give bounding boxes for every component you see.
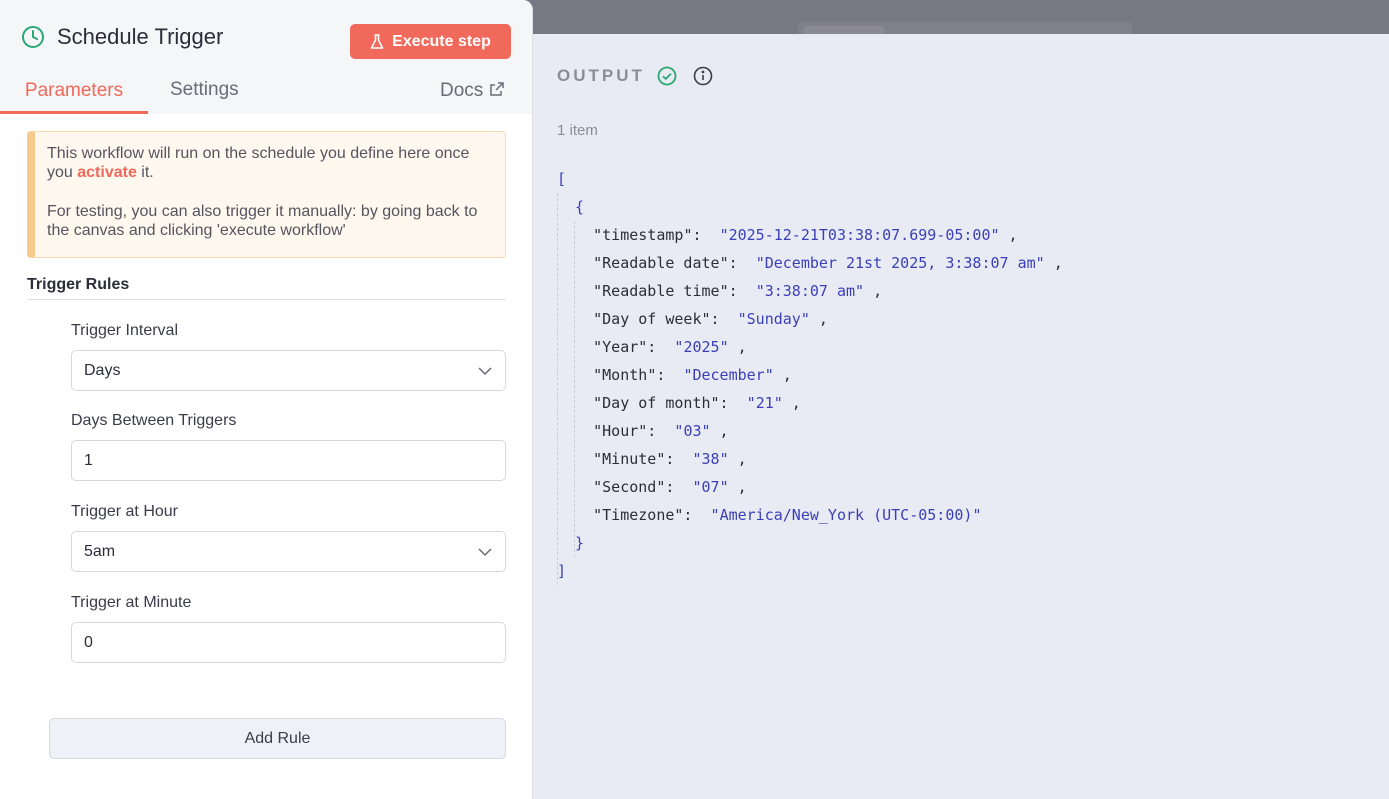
json-row: "Hour": "03" , — [593, 422, 729, 440]
trigger-minute-label: Trigger at Minute — [71, 594, 192, 611]
json-row: "timestamp": "2025-12-21T03:38:07.699-05… — [593, 226, 1018, 244]
json-value: 3:38:07 am — [764, 282, 856, 300]
chevron-down-icon — [478, 548, 492, 557]
canvas-node-ghost-tab — [804, 26, 884, 34]
json-row: "Month": "December" , — [593, 366, 792, 384]
output-header: OUTPUT — [557, 66, 713, 86]
json-key: Day of week — [602, 310, 702, 328]
trigger-interval-value: Days — [84, 361, 121, 379]
json-value: 38 — [701, 450, 720, 468]
node-title: Schedule Trigger — [57, 24, 224, 49]
json-array-close: ] — [557, 562, 567, 580]
json-value: America/New_York (UTC-05:00) — [719, 506, 973, 524]
clock-icon — [22, 26, 44, 48]
json-key: Year — [602, 338, 639, 356]
json-comma: , — [773, 366, 792, 384]
node-parameters-panel: Schedule Trigger Execute step Parameters… — [0, 0, 533, 799]
json-key: Readable time — [602, 282, 720, 300]
trigger-minute-value: 0 — [84, 633, 93, 651]
json-comma: , — [728, 338, 747, 356]
json-value: December 21st 2025, 3:38:07 am — [764, 254, 1036, 272]
json-key: Hour — [602, 422, 639, 440]
trigger-minute-input[interactable]: 0 — [71, 622, 506, 663]
trigger-hour-select[interactable]: 5am — [71, 531, 506, 572]
json-key: Second — [602, 478, 657, 496]
json-value: Sunday — [746, 310, 801, 328]
trigger-hour-value: 5am — [84, 542, 116, 560]
json-row: "Second": "07" , — [593, 478, 747, 496]
json-comma: , — [999, 226, 1018, 244]
activation-notice: This workflow will run on the schedule y… — [27, 131, 506, 258]
external-link-icon — [490, 82, 505, 96]
json-array-open: [ — [557, 170, 567, 188]
json-key: Day of month — [602, 394, 711, 412]
days-between-value: 1 — [84, 451, 93, 469]
check-circle-icon — [657, 66, 677, 86]
json-comma: , — [728, 478, 747, 496]
trigger-interval-select[interactable]: Days — [71, 350, 506, 391]
json-value: 21 — [755, 394, 774, 412]
json-comma: , — [782, 394, 801, 412]
days-between-input[interactable]: 1 — [71, 440, 506, 481]
notice-text-end: it. — [136, 164, 154, 181]
json-key: timestamp — [602, 226, 684, 244]
title-row: Schedule Trigger — [21, 24, 223, 50]
json-value: 07 — [701, 478, 720, 496]
json-output: [ { "timestamp": "2025-12-21T03:38:07.69… — [557, 165, 1357, 585]
notice-line-1: This workflow will run on the schedule y… — [47, 144, 493, 182]
add-rule-button[interactable]: Add Rule — [49, 718, 506, 759]
json-value: 2025-12-21T03:38:07.699-05:00 — [728, 226, 991, 244]
execute-step-label: Execute step — [392, 32, 491, 50]
flask-icon — [370, 33, 384, 49]
json-row: "Timezone": "America/New_York (UTC-05:00… — [593, 506, 982, 524]
info-icon[interactable] — [693, 66, 713, 86]
json-comma: , — [1044, 254, 1063, 272]
output-title: OUTPUT — [557, 66, 645, 85]
json-key: Timezone — [602, 506, 675, 524]
trigger-rules-heading: Trigger Rules — [27, 276, 506, 300]
json-row: "Readable time": "3:38:07 am" , — [593, 282, 883, 300]
execute-step-button[interactable]: Execute step — [350, 24, 511, 59]
json-key: Minute — [602, 450, 657, 468]
json-comma: , — [728, 450, 747, 468]
json-value: 03 — [683, 422, 702, 440]
activate-link[interactable]: activate — [77, 164, 137, 181]
tab-docs[interactable]: Docs — [440, 76, 505, 114]
notice-line-2: For testing, you can also trigger it man… — [47, 203, 478, 239]
json-row: "Minute": "38" , — [593, 450, 747, 468]
json-comma: , — [809, 310, 828, 328]
json-row: "Day of week": "Sunday" , — [593, 310, 828, 328]
tab-parameters[interactable]: Parameters — [0, 76, 148, 114]
tab-settings[interactable]: Settings — [170, 76, 239, 114]
json-object-open: { — [557, 198, 585, 216]
json-comma: , — [864, 282, 883, 300]
days-between-label: Days Between Triggers — [71, 412, 237, 429]
json-comma: , — [710, 422, 729, 440]
json-value: December — [692, 366, 765, 384]
panel-tabs: Parameters Settings Docs — [0, 76, 532, 114]
trigger-hour-label: Trigger at Hour — [71, 503, 178, 520]
chevron-down-icon — [478, 367, 492, 376]
item-count: 1 item — [557, 122, 598, 139]
trigger-interval-label: Trigger Interval — [71, 322, 178, 339]
docs-label: Docs — [440, 80, 484, 101]
panel-header: Schedule Trigger Execute step Parameters… — [0, 0, 532, 114]
json-object-close: } — [557, 534, 585, 552]
json-key: Month — [602, 366, 648, 384]
json-row: "Readable date": "December 21st 2025, 3:… — [593, 254, 1063, 272]
json-value: 2025 — [683, 338, 720, 356]
json-row: "Day of month": "21" , — [593, 394, 801, 412]
json-key: Readable date — [602, 254, 720, 272]
json-row: "Year": "2025" , — [593, 338, 747, 356]
